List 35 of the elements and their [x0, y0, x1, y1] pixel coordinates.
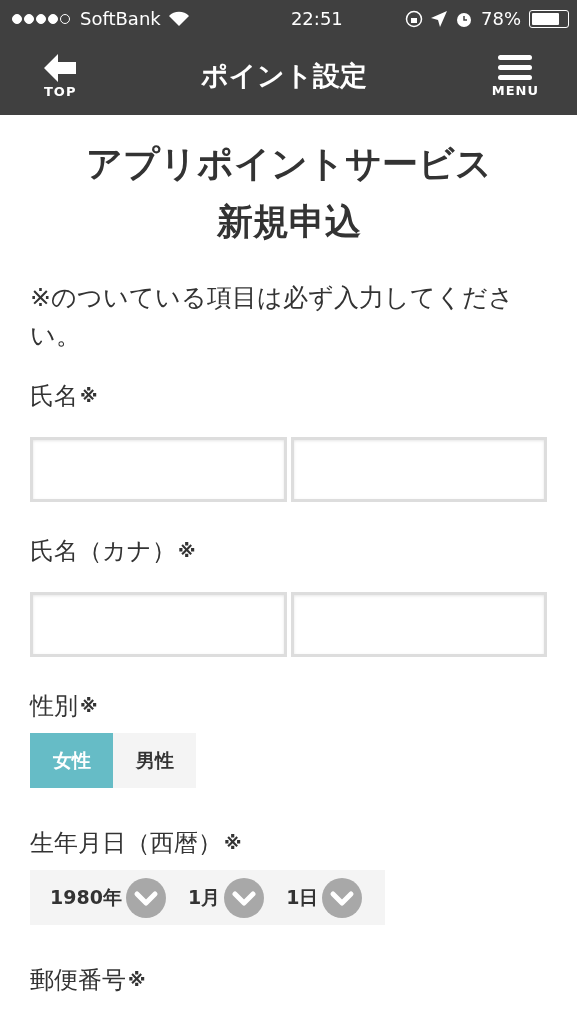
- menu-button[interactable]: MENU: [491, 54, 539, 98]
- field-label: 性別: [30, 691, 78, 721]
- battery-icon: [529, 9, 569, 28]
- field-label: 郵便番号: [30, 965, 126, 995]
- rotation-lock-icon: [405, 9, 423, 28]
- required-mark: ※: [128, 968, 146, 992]
- date-select[interactable]: 1日: [286, 877, 363, 918]
- battery-percent: 78%: [481, 8, 521, 29]
- field-label: 氏名: [30, 381, 78, 411]
- page-title: ポイント設定: [201, 59, 368, 93]
- input-field[interactable]: [290, 437, 547, 502]
- chevron-down-icon: [322, 877, 363, 918]
- required-mark: ※: [80, 694, 98, 718]
- location-arrow-icon: [431, 10, 447, 27]
- required-mark: ※: [224, 831, 242, 855]
- date-select[interactable]: 1980年: [50, 877, 166, 918]
- top-button[interactable]: TOP: [44, 53, 77, 99]
- gender-option[interactable]: 男性: [113, 733, 196, 788]
- clock-time: 22:51: [290, 8, 343, 29]
- menu-icon: [498, 54, 533, 81]
- input-field[interactable]: [30, 592, 287, 657]
- input-field[interactable]: [30, 437, 287, 502]
- input-field[interactable]: [290, 592, 547, 657]
- date-select[interactable]: 1月: [187, 877, 265, 918]
- form-heading: アプリポイントサービス 新規申込: [84, 142, 493, 244]
- field-label: 氏名（カナ）: [30, 536, 176, 566]
- chevron-down-icon: [125, 877, 166, 918]
- chevron-down-icon: [224, 877, 265, 918]
- field-label: 生年月日（西暦）: [30, 828, 222, 858]
- back-arrow-icon: [44, 53, 77, 82]
- required-note: ※のついている項目は必ず入力してください。: [30, 282, 515, 352]
- required-mark: ※: [178, 539, 196, 563]
- required-mark: ※: [80, 384, 98, 408]
- wifi-icon: [168, 11, 189, 26]
- carrier-name: SoftBank: [80, 8, 161, 29]
